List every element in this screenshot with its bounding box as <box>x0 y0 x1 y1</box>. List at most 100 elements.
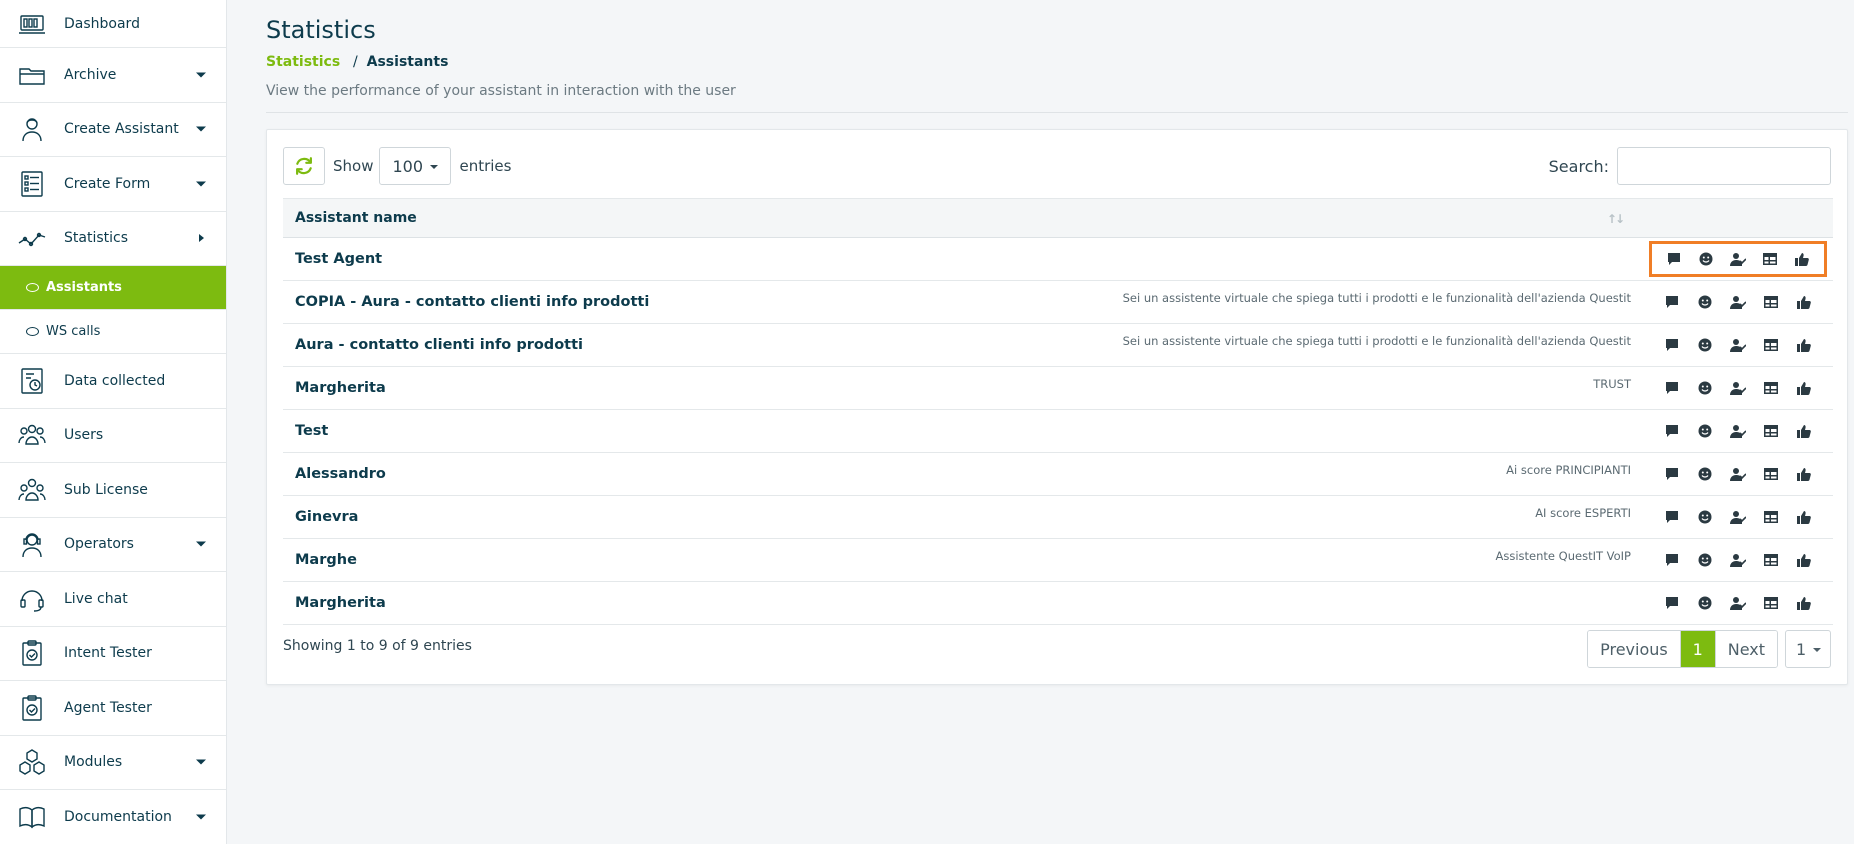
thumbs-up-icon[interactable] <box>1796 380 1812 396</box>
thumbs-up-icon[interactable] <box>1796 595 1812 611</box>
page-1-button[interactable]: 1 <box>1679 631 1715 667</box>
sidebar-item-archive[interactable]: Archive <box>0 48 226 103</box>
smiley-icon[interactable] <box>1697 294 1713 310</box>
smiley-icon[interactable] <box>1697 423 1713 439</box>
assistant-name[interactable]: Test <box>283 409 845 453</box>
smiley-icon[interactable] <box>1697 552 1713 568</box>
sidebar-item-agent-tester[interactable]: Agent Tester <box>0 681 226 736</box>
chat-bubble-icon[interactable] <box>1664 380 1680 396</box>
thumbs-up-icon[interactable] <box>1796 294 1812 310</box>
table-icon[interactable] <box>1763 337 1779 353</box>
assistant-description: Sei un assistente virtuale che spiega tu… <box>844 323 1643 367</box>
sidebar-item-sub-license[interactable]: Sub License <box>0 463 226 518</box>
thumbs-up-icon[interactable] <box>1794 251 1810 267</box>
table-icon[interactable] <box>1763 380 1779 396</box>
page-select[interactable]: 1 <box>1785 630 1831 668</box>
chevron-down-icon <box>196 814 206 820</box>
thumbs-up-icon[interactable] <box>1796 466 1812 482</box>
smiley-icon[interactable] <box>1697 466 1713 482</box>
user-check-icon[interactable] <box>1729 552 1746 568</box>
sidebar-item-live-chat[interactable]: Live chat <box>0 572 226 627</box>
sidebar-item-label: Data collected <box>64 372 166 389</box>
table-icon[interactable] <box>1763 552 1779 568</box>
sidebar-item-label: Create Assistant <box>64 121 179 138</box>
sidebar-subitem-assistants[interactable]: Assistants <box>0 266 226 310</box>
user-check-icon[interactable] <box>1729 595 1746 611</box>
sidebar-item-create-form[interactable]: Create Form <box>0 157 226 212</box>
actions-group <box>1649 542 1827 578</box>
chat-bubble-icon[interactable] <box>1664 509 1680 525</box>
page-select-value: 1 <box>1796 639 1807 659</box>
table-row: Ginevra AI score ESPERTI <box>283 495 1833 539</box>
smiley-icon[interactable] <box>1697 595 1713 611</box>
smiley-icon[interactable] <box>1698 251 1714 267</box>
assistant-name[interactable]: COPIA - Aura - contatto clienti info pro… <box>283 280 845 324</box>
sidebar-item-users[interactable]: Users <box>0 408 226 463</box>
chat-bubble-icon[interactable] <box>1664 337 1680 353</box>
sidebar-item-statistics[interactable]: Statistics <box>0 212 226 266</box>
show-label: Show <box>333 157 374 175</box>
user-check-icon[interactable] <box>1729 294 1746 310</box>
smiley-icon[interactable] <box>1697 509 1713 525</box>
thumbs-up-icon[interactable] <box>1796 337 1812 353</box>
sidebar-item-label: Statistics <box>64 230 128 247</box>
chevron-down-icon <box>196 72 206 78</box>
users-icon <box>0 408 64 462</box>
sidebar-item-operators[interactable]: Operators <box>0 518 226 572</box>
thumbs-up-icon[interactable] <box>1796 509 1812 525</box>
assistant-name[interactable]: Margherita <box>283 581 845 625</box>
table-icon[interactable] <box>1762 251 1778 267</box>
previous-button[interactable]: Previous <box>1588 631 1680 667</box>
assistant-name[interactable]: Aura - contatto clienti info prodotti <box>283 323 845 367</box>
chevron-down-icon <box>1813 648 1821 652</box>
search-input[interactable] <box>1617 147 1831 185</box>
thumbs-up-icon[interactable] <box>1796 423 1812 439</box>
user-check-icon[interactable] <box>1729 509 1746 525</box>
sidebar-subitem-ws-calls[interactable]: WS calls <box>0 310 226 354</box>
user-check-icon[interactable] <box>1729 380 1746 396</box>
user-check-icon[interactable] <box>1730 251 1746 267</box>
sidebar-item-modules[interactable]: Modules <box>0 735 226 790</box>
sidebar-item-data-collected[interactable]: Data collected <box>0 354 226 409</box>
assistant-name[interactable]: Marghe <box>283 538 845 582</box>
table-icon[interactable] <box>1763 595 1779 611</box>
table-icon[interactable] <box>1763 294 1779 310</box>
breadcrumb-link-statistics[interactable]: Statistics <box>266 54 340 70</box>
entries-select[interactable]: 100 <box>379 147 452 185</box>
assistant-name[interactable]: Test Agent <box>283 237 845 281</box>
smiley-icon[interactable] <box>1697 380 1713 396</box>
chat-bubble-icon[interactable] <box>1664 294 1680 310</box>
table-row: Marghe Assistente QuestIT VoIP <box>283 538 1833 582</box>
assistants-table-card: Show 100 entries Search: Assistant name … <box>266 129 1848 685</box>
thumbs-up-icon[interactable] <box>1796 552 1812 568</box>
table-icon[interactable] <box>1763 466 1779 482</box>
chat-bubble-icon[interactable] <box>1664 552 1680 568</box>
assistant-name[interactable]: Ginevra <box>283 495 845 539</box>
refresh-button[interactable] <box>283 147 325 185</box>
user-check-icon[interactable] <box>1729 466 1746 482</box>
user-check-icon[interactable] <box>1729 423 1746 439</box>
sidebar-item-intent-tester[interactable]: Intent Tester <box>0 627 226 681</box>
sort-icon[interactable]: ↑↓ <box>1607 212 1625 226</box>
sidebar-subitem-label: Assistants <box>46 280 122 295</box>
table-icon[interactable] <box>1763 423 1779 439</box>
sidebar-item-dashboard[interactable]: Dashboard <box>0 0 226 48</box>
sidebar-item-documentation[interactable]: Documentation <box>0 790 226 844</box>
chat-bubble-icon[interactable] <box>1666 251 1682 267</box>
assistant-name[interactable]: Alessandro <box>283 452 845 496</box>
user-check-icon[interactable] <box>1729 337 1746 353</box>
next-button[interactable]: Next <box>1714 631 1777 667</box>
chat-bubble-icon[interactable] <box>1664 595 1680 611</box>
chat-bubble-icon[interactable] <box>1664 466 1680 482</box>
chat-bubble-icon[interactable] <box>1664 423 1680 439</box>
sidebar-item-create-assistant[interactable]: Create Assistant <box>0 103 226 157</box>
folder-icon <box>0 48 64 102</box>
main-content: Statistics Statistics / Assistants View … <box>227 0 1854 844</box>
assistants-table: Assistant name ↑↓ Test Agent COPIA - Aura… <box>283 198 1833 625</box>
smiley-icon[interactable] <box>1697 337 1713 353</box>
modules-icon <box>0 735 64 789</box>
row-actions <box>1643 366 1833 410</box>
assistant-name[interactable]: Margherita <box>283 366 845 410</box>
column-header-assistant-name[interactable]: Assistant name ↑↓ <box>283 198 1833 238</box>
table-icon[interactable] <box>1763 509 1779 525</box>
